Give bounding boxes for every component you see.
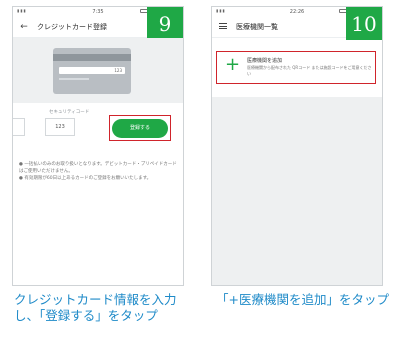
- register-button[interactable]: 登録する: [112, 119, 168, 138]
- note-item: ● 有効期限が60日以上あるカードのご登録をお願いいたします。: [19, 176, 152, 181]
- expiry-field[interactable]: [13, 118, 25, 136]
- phone-screen-step-9: ▮▮▮ 7:35 ← クレジットカード登録 9 123 セキュリティコード 12…: [12, 6, 184, 286]
- add-medical-institution-button[interactable]: + 医療機関を追加 医療機関から配布された QRコード または施設コードをご用意…: [216, 51, 376, 84]
- empty-list-area: [212, 97, 382, 285]
- menu-icon[interactable]: [218, 22, 228, 32]
- status-time: 22:26: [289, 8, 305, 15]
- status-time: 7:35: [92, 8, 104, 15]
- phone-screen-step-10: ▮▮▮ 22:26 医療機関一覧 10 + 医療機関を追加 医療機関から配布され…: [211, 6, 383, 286]
- page-title: クレジットカード登録: [37, 22, 107, 31]
- card-line: [59, 78, 89, 80]
- plus-icon: +: [225, 54, 241, 75]
- security-code-label: セキュリティコード: [49, 110, 90, 115]
- notes: ● 一括払いのみのお取り扱いとなります。デビットカード・プリペイドカードはご使用…: [13, 161, 183, 182]
- step-badge: 9: [147, 7, 183, 40]
- page-title: 医療機関一覧: [236, 22, 278, 31]
- instruction-caption-step-9: クレジットカード情報を入力し、「登録する」をタップ: [14, 292, 177, 323]
- card-stripe: [53, 54, 131, 61]
- signal-icon: ▮▮▮: [216, 8, 226, 13]
- security-code-input[interactable]: 123: [45, 118, 75, 136]
- instruction-caption-step-10: 「+医療機関を追加」をタップ: [216, 292, 389, 307]
- note-item: ● 一括払いのみのお取り扱いとなります。デビットカード・プリペイドカードはご使用…: [19, 162, 177, 174]
- card-signature-panel: 123: [59, 67, 125, 74]
- card-form-row: セキュリティコード 123 登録する: [13, 109, 183, 149]
- card-illustration-area: 123: [13, 38, 183, 103]
- signal-icon: ▮▮▮: [17, 8, 27, 13]
- add-title: 医療機関を追加: [247, 58, 283, 64]
- step-badge: 10: [346, 7, 382, 40]
- credit-card-image: 123: [53, 48, 131, 94]
- back-arrow-icon[interactable]: ←: [19, 22, 29, 32]
- add-description: 医療機関から配布された QRコード または施設コードをご用意ください: [247, 65, 372, 76]
